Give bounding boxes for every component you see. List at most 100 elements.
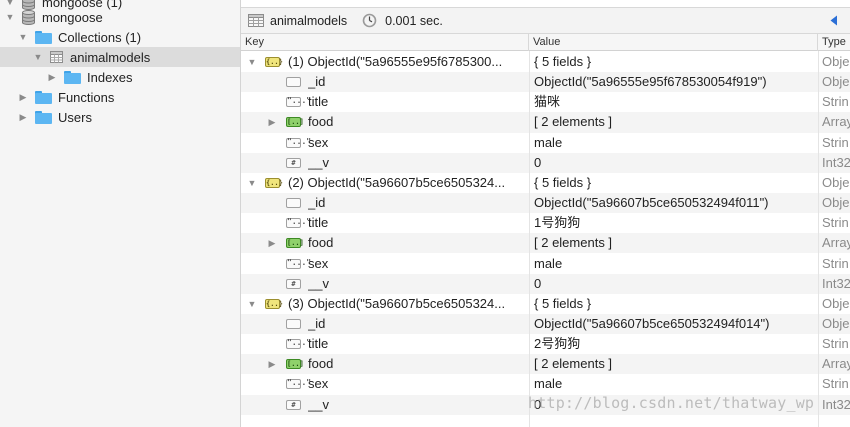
value-cell: 2号狗狗 <box>534 336 581 352</box>
disclosure-collapsed-icon[interactable]: ▶ <box>267 233 277 253</box>
type-cell: Int32 <box>822 154 850 170</box>
column-header-value[interactable]: Value <box>529 34 818 51</box>
value-cell: { 5 fields } <box>534 54 592 69</box>
value-cell: ObjectId("5a96555e95f678530054f919") <box>534 74 767 90</box>
type-cell: Obje <box>822 315 850 331</box>
field-row[interactable]: _id ObjectId("5a96607b5ce650532494f011") O… <box>241 193 850 214</box>
document-row[interactable]: ▼ {..} (1) ObjectId("5a96555e95f6785300...… <box>241 52 850 72</box>
key-cell: title <box>308 215 329 231</box>
array-type-icon: [..] <box>286 117 304 128</box>
sidebar-item-label: Users <box>58 109 92 125</box>
field-row[interactable]: "..." sex male Strin <box>241 254 850 274</box>
folder-icon <box>35 90 52 104</box>
window-top-edge <box>241 0 850 8</box>
field-row[interactable]: ▶ [..] food [ 2 elements ] Array <box>241 112 850 133</box>
disclosure-collapsed-icon[interactable]: ▶ <box>267 354 277 374</box>
sidebar-item-mongoose[interactable]: ▼ mongoose <box>0 7 240 27</box>
field-row[interactable]: "..." title 2号狗狗 Strin <box>241 334 850 354</box>
string-type-icon: "..." <box>286 378 312 390</box>
folder-icon <box>35 110 52 124</box>
back-arrow-icon[interactable] <box>830 15 838 26</box>
string-type-icon: "..." <box>286 96 312 108</box>
key-cell: (3) ObjectId("5a96607b5ce6505324... <box>288 295 506 311</box>
value-cell: [ 2 elements ] <box>534 356 613 372</box>
sidebar: ▼ mongoose (1) ▼ mongoose ▼ Collections (1) ▼ a… <box>0 0 241 427</box>
type-cell: Obje <box>822 74 850 90</box>
field-row[interactable]: _id ObjectId("5a96555e95f678530054f919") O… <box>241 72 850 93</box>
disclosure-collapsed-icon[interactable]: ▶ <box>17 91 29 103</box>
key-cell: title <box>308 336 329 352</box>
key-cell: food <box>308 356 334 372</box>
value-cell: { 5 fields } <box>534 295 592 311</box>
column-header-type[interactable]: Type <box>818 34 850 51</box>
object-type-icon: {..} <box>265 298 283 309</box>
type-cell: Strin <box>822 134 849 150</box>
key-cell: food <box>308 114 334 130</box>
disclosure-expanded-icon[interactable]: ▼ <box>4 11 16 23</box>
field-row[interactable]: "..." sex male Strin <box>241 374 850 394</box>
field-row[interactable]: _id ObjectId("5a96607b5ce650532494f014") O… <box>241 313 850 335</box>
array-type-icon: [..] <box>286 359 304 370</box>
query-time: 0.001 sec. <box>385 13 443 28</box>
type-cell: Strin <box>822 336 849 352</box>
object-type-icon: {..} <box>265 57 283 67</box>
disclosure-expanded-icon[interactable]: ▼ <box>247 294 257 314</box>
key-cell: food <box>308 235 334 251</box>
disclosure-collapsed-icon[interactable]: ▶ <box>46 71 58 83</box>
document-row[interactable]: ▼ {..} (2) ObjectId("5a96607b5ce6505324...… <box>241 173 850 193</box>
field-row[interactable]: "..." title 猫咪 Strin <box>241 92 850 112</box>
objectid-type-icon <box>286 198 301 209</box>
type-cell: Strin <box>822 94 849 110</box>
type-cell: Strin <box>822 215 849 231</box>
value-cell: ObjectId("5a96607b5ce650532494f014") <box>534 315 770 331</box>
disclosure-expanded-icon[interactable]: ▼ <box>17 31 29 43</box>
field-row[interactable]: ▶ [..] food [ 2 elements ] Array <box>241 233 850 254</box>
sidebar-item-animalmodels[interactable]: ▼ animalmodels <box>0 47 240 67</box>
field-row[interactable]: # __v 0 Int32 <box>241 273 850 294</box>
object-type-icon: {..} <box>265 177 283 188</box>
sidebar-item-users[interactable]: ▶ Users <box>0 107 240 127</box>
disclosure-expanded-icon[interactable]: ▼ <box>32 51 44 63</box>
value-cell: male <box>534 376 563 392</box>
key-cell: sex <box>308 134 329 150</box>
disclosure-collapsed-icon[interactable]: ▶ <box>267 112 277 132</box>
type-cell: Strin <box>822 255 849 271</box>
string-type-icon: "..." <box>286 338 312 350</box>
type-cell: Int32 <box>822 275 850 291</box>
value-cell: 0 <box>534 275 542 291</box>
disclosure-expanded-icon[interactable]: ▼ <box>247 173 257 193</box>
results-toolbar: animalmodels 0.001 sec. <box>241 8 850 34</box>
key-cell: __v <box>308 154 329 170</box>
column-divider[interactable] <box>818 51 819 427</box>
sidebar-item-functions[interactable]: ▶ Functions <box>0 87 240 107</box>
disclosure-expanded-icon[interactable]: ▼ <box>247 52 257 72</box>
sidebar-item-collections-1[interactable]: ▼ Collections (1) <box>0 27 240 47</box>
table-icon <box>248 14 264 27</box>
field-row[interactable]: ▶ [..] food [ 2 elements ] Array <box>241 354 850 375</box>
field-row[interactable]: # __v 0 Int32 <box>241 152 850 173</box>
toolbar-collection-name: animalmodels <box>270 13 348 28</box>
sidebar-item-label: Functions <box>58 89 115 105</box>
clock-icon <box>362 13 377 28</box>
objectid-type-icon <box>286 318 301 329</box>
sidebar-item-indexes[interactable]: ▶ Indexes <box>0 67 240 87</box>
key-cell: __v <box>308 275 329 291</box>
string-type-icon: "..." <box>286 136 312 148</box>
string-type-icon: "..." <box>286 257 312 269</box>
disclosure-collapsed-icon[interactable]: ▶ <box>17 111 29 123</box>
folder-icon <box>64 70 81 84</box>
sidebar-item-label: Collections (1) <box>58 29 142 45</box>
document-row[interactable]: ▼ {..} (3) ObjectId("5a96607b5ce6505324...… <box>241 294 850 314</box>
field-row[interactable]: "..." title 1号狗狗 Strin <box>241 213 850 233</box>
value-cell: male <box>534 255 563 271</box>
number-type-icon: # <box>286 278 301 289</box>
column-header-key[interactable]: Key <box>241 34 529 51</box>
type-cell: Obje <box>822 295 850 311</box>
column-divider[interactable] <box>529 51 530 427</box>
database-icon <box>22 9 35 25</box>
key-cell: (1) ObjectId("5a96555e95f6785300... <box>288 54 503 69</box>
key-cell: __v <box>308 396 329 412</box>
number-type-icon: # <box>286 399 301 410</box>
type-cell: Obje <box>822 174 850 190</box>
field-row[interactable]: "..." sex male Strin <box>241 133 850 153</box>
